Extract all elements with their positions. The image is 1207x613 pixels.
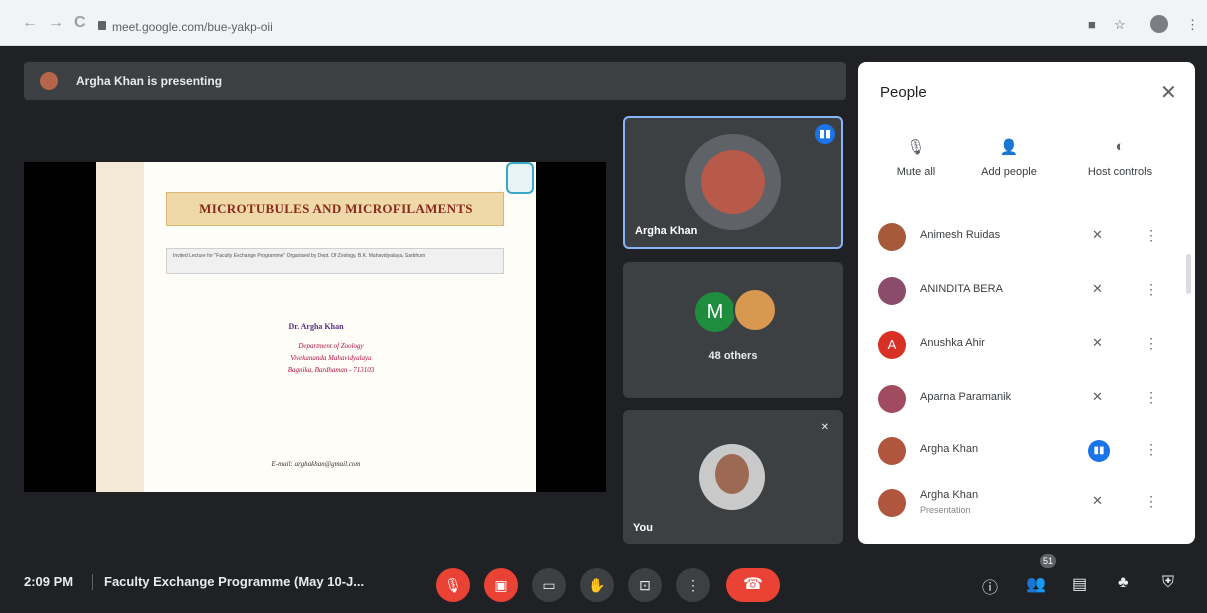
slide-dept-line: Bagnika, Bardhaman - 713103 [287, 366, 375, 374]
participant-name: Anushka Ahir [920, 337, 985, 349]
profile-avatar[interactable] [1150, 15, 1168, 33]
raise-hand-button[interactable]: ✋ [580, 568, 614, 602]
present-button[interactable]: ⊡ [628, 568, 662, 602]
mic-off-icon[interactable]: ✕ [1092, 493, 1103, 509]
college-logo [506, 162, 534, 194]
participant-avatar [733, 288, 777, 332]
star-icon[interactable]: ☆ [1114, 17, 1126, 33]
camera-icon[interactable]: ■ [1088, 17, 1096, 32]
avatar: A [878, 331, 906, 359]
others-count: 48 others [708, 350, 758, 362]
speaking-indicator-icon: ▮▮ [1088, 440, 1110, 462]
more-icon[interactable]: ⋮ [1144, 441, 1158, 458]
presenting-banner: Argha Khan is presenting [24, 62, 846, 100]
host-controls-button[interactable]: ◐ Host controls [1070, 138, 1170, 178]
add-person-icon: 👤 [999, 139, 1019, 156]
mic-button[interactable]: 🎙 [436, 568, 470, 602]
chat-icon[interactable]: ▤ [1072, 574, 1087, 594]
list-item[interactable]: A Anushka Ahir ✕ ⋮ [858, 320, 1178, 372]
meeting-title: Faculty Exchange Programme (May 10-J... [104, 574, 365, 589]
avatar [878, 489, 906, 517]
participant-name: ANINDITA BERA [920, 283, 1003, 295]
slide-title: MICROTUBULES AND MICROFILAMENTS [199, 201, 473, 216]
people-icon[interactable]: 👥 [1026, 574, 1046, 594]
avatar [878, 223, 906, 251]
divider [92, 574, 93, 590]
meet-stage: Argha Khan is presenting MICROTUBULES AN… [0, 46, 1207, 613]
avatar [878, 277, 906, 305]
slide-email: E-mail: arghakhan@gmail.com [271, 460, 361, 468]
slide-dept-line: Vivekananda Mahavidyalaya [290, 354, 372, 362]
speaker-tile[interactable]: ▮▮ Argha Khan [623, 116, 843, 249]
slide-author: Dr. Argha Khan [288, 322, 344, 331]
browser-toolbar: ← → C meet.google.com/bue-yakp-oii ■ ☆ ⋮ [0, 0, 1207, 46]
presenter-avatar [40, 72, 58, 90]
participant-subtitle: Presentation [920, 505, 971, 515]
more-icon[interactable]: ⋮ [1144, 493, 1158, 510]
more-options-button[interactable]: ⋮ [676, 568, 710, 602]
participant-name: Animesh Ruidas [920, 229, 1001, 241]
mic-off-icon: ✕ [820, 422, 829, 433]
forward-button[interactable]: → [48, 14, 64, 32]
slide-subtitle-box: Invited Lecture for "Faculty Exchange Pr… [166, 248, 504, 274]
slide-dept-line: Department of Zoology [298, 342, 364, 350]
list-item[interactable]: Animesh Ruidas ✕ ⋮ [858, 212, 1178, 264]
participant-name: Aparna Paramanik [920, 391, 1012, 403]
mute-all-button[interactable]: 🎙 Mute all [866, 138, 966, 178]
more-icon[interactable]: ⋮ [1144, 227, 1158, 244]
speaking-indicator-icon: ▮▮ [815, 124, 835, 144]
slide-title-box: MICROTUBULES AND MICROFILAMENTS [166, 192, 504, 226]
back-button[interactable]: ← [22, 14, 38, 32]
more-icon[interactable]: ⋮ [1144, 281, 1158, 298]
people-panel: People ✕ 🎙 Mute all 👤 Add people ◐ Host … [858, 62, 1195, 544]
menu-icon[interactable]: ⋮ [1186, 17, 1199, 33]
shared-screen: MICROTUBULES AND MICROFILAMENTS Invited … [24, 162, 606, 492]
self-label: You [633, 522, 653, 534]
leave-call-button[interactable]: ☎ [726, 568, 780, 602]
participant-name: Argha Khan [920, 443, 979, 455]
bottom-toolbar: 2:09 PM Faculty Exchange Programme (May … [0, 554, 1207, 613]
slide-subtitle: Invited Lecture for "Faculty Exchange Pr… [173, 253, 426, 259]
scrollbar[interactable] [1186, 254, 1191, 294]
list-item[interactable]: Aparna Paramanik ✕ ⋮ [858, 374, 1178, 426]
self-avatar [699, 444, 765, 510]
participant-avatar-m: M [695, 292, 735, 332]
presenting-text: Argha Khan is presenting [76, 74, 223, 88]
avatar [878, 437, 906, 465]
captions-button[interactable]: ▭ [532, 568, 566, 602]
others-tile[interactable]: M 48 others [623, 262, 843, 398]
participant-count-badge: 51 [1040, 554, 1057, 568]
host-shield-icon[interactable]: ⛨ [1162, 574, 1174, 592]
participant-name: Argha Khan [920, 489, 979, 501]
add-people-button[interactable]: 👤 Add people [959, 138, 1059, 178]
more-icon[interactable]: ⋮ [1144, 335, 1158, 352]
speaker-avatar [685, 134, 781, 230]
mic-off-icon[interactable]: ✕ [1092, 389, 1103, 405]
clock: 2:09 PM [24, 574, 74, 589]
list-item[interactable]: Argha Khan Presentation ✕ ⋮ [858, 478, 1178, 530]
more-icon[interactable]: ⋮ [1144, 389, 1158, 406]
info-icon[interactable]: ⓘ [982, 574, 998, 598]
toggle-icon: ◐ [1115, 138, 1125, 155]
mic-off-icon[interactable]: ✕ [1092, 335, 1103, 351]
lock-icon [98, 21, 106, 30]
reload-button[interactable]: C [74, 14, 86, 32]
self-tile[interactable]: ✕ You [623, 410, 843, 544]
close-icon[interactable]: ✕ [1160, 80, 1177, 105]
mic-off-icon: 🎙 [906, 139, 926, 156]
list-item[interactable]: ANINDITA BERA ✕ ⋮ [858, 266, 1178, 318]
mic-off-icon[interactable]: ✕ [1092, 227, 1103, 243]
address-bar[interactable]: meet.google.com/bue-yakp-oii [112, 20, 273, 34]
mic-off-icon[interactable]: ✕ [1092, 281, 1103, 297]
speaker-name: Argha Khan [635, 225, 698, 237]
presentation-slide: MICROTUBULES AND MICROFILAMENTS Invited … [96, 162, 536, 492]
list-item[interactable]: Argha Khan ▮▮ ⋮ [858, 426, 1178, 478]
camera-button[interactable]: ▣ [484, 568, 518, 602]
activities-icon[interactable]: ♣ [1118, 574, 1129, 592]
avatar [878, 385, 906, 413]
panel-title: People [880, 84, 927, 101]
